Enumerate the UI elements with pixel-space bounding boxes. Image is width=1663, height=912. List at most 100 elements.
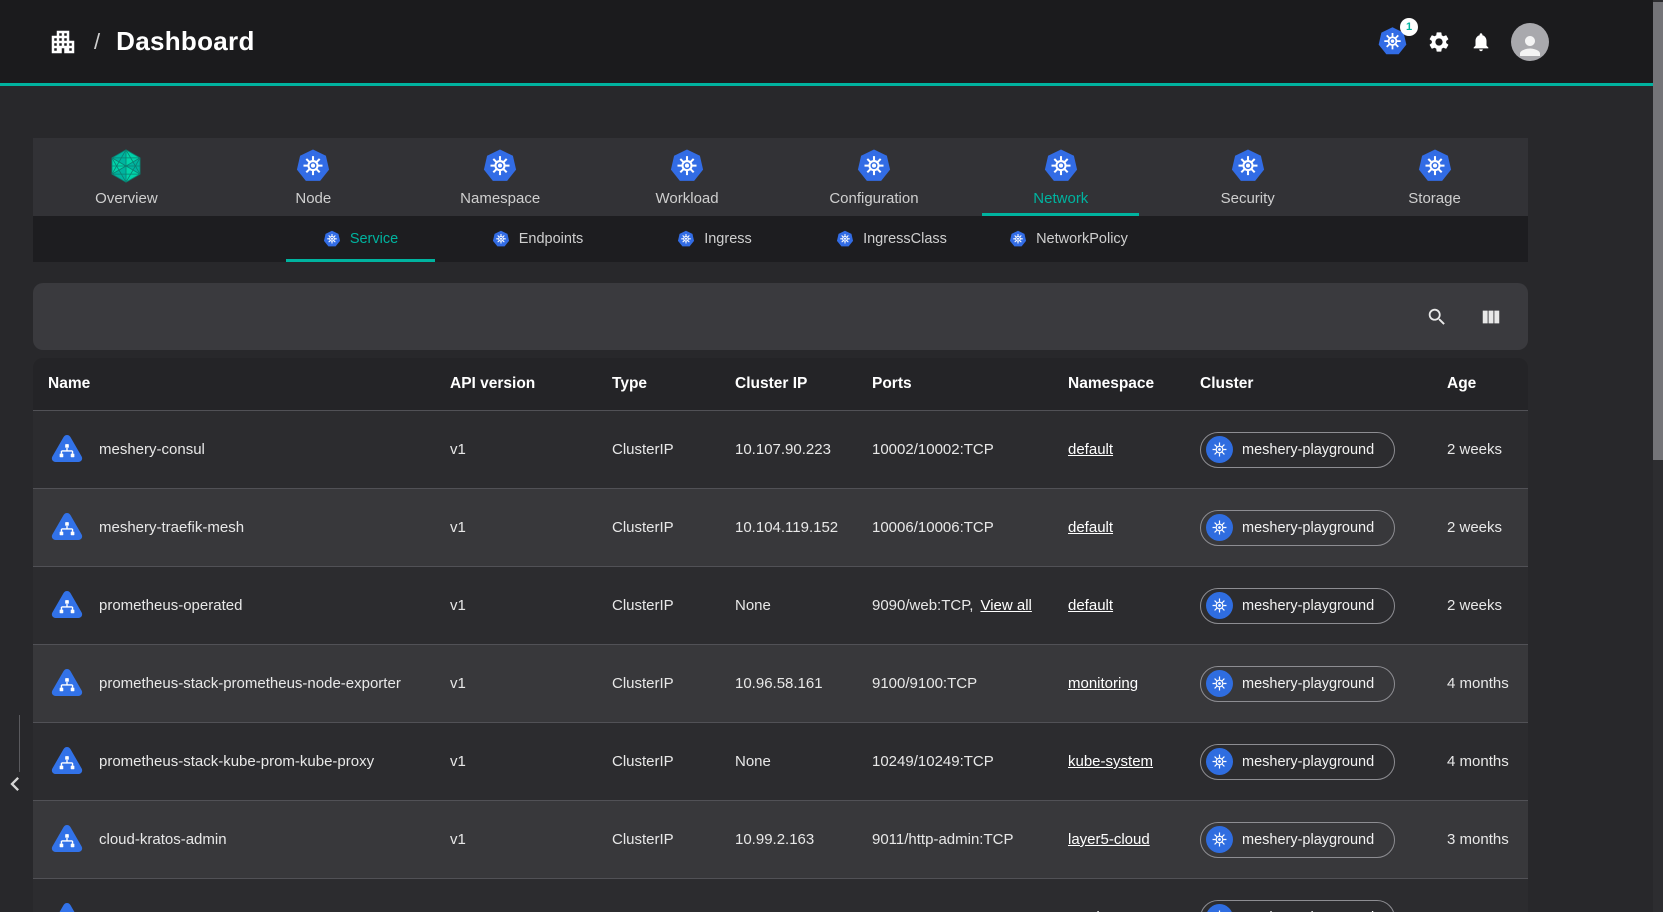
main-tab-overview[interactable]: Overview xyxy=(33,138,220,216)
main-tab-label: Workload xyxy=(656,190,719,207)
column-header-api-version[interactable]: API version xyxy=(450,375,612,393)
sub-tab-service[interactable]: Service xyxy=(272,216,449,262)
service-name-cell: meshery-consul xyxy=(48,431,450,469)
table-row[interactable]: prometheus-stack-prometheus-node-exporte… xyxy=(33,644,1528,722)
cluster-chip[interactable]: meshery-playground xyxy=(1200,822,1395,858)
column-header-type[interactable]: Type xyxy=(612,375,735,393)
column-header-age[interactable]: Age xyxy=(1447,375,1513,393)
cluster-ip-cell: 10.104.119.152 xyxy=(735,519,872,536)
namespace-link[interactable]: default xyxy=(1068,519,1113,536)
type-cell: ClusterIP xyxy=(612,675,735,692)
context-count-badge: 1 xyxy=(1400,18,1418,36)
kubernetes-icon xyxy=(856,148,892,184)
table-body: meshery-consul v1 ClusterIP 10.107.90.22… xyxy=(33,410,1528,912)
main-tab-workload[interactable]: Workload xyxy=(594,138,781,216)
cluster-cell: meshery-playground xyxy=(1200,900,1447,912)
cluster-chip[interactable]: meshery-playground xyxy=(1200,900,1395,912)
namespace-link[interactable]: default xyxy=(1068,597,1113,614)
table-row[interactable]: meshery-traefik-mesh v1 ClusterIP 10.104… xyxy=(33,488,1528,566)
column-header-ports[interactable]: Ports xyxy=(872,375,1068,393)
view-columns-icon[interactable] xyxy=(1480,306,1502,328)
kubernetes-icon xyxy=(1009,230,1027,248)
ports-value: 10002/10002:TCP xyxy=(872,441,994,458)
main-tab-label: Storage xyxy=(1408,190,1461,207)
main-tab-label: Node xyxy=(295,190,331,207)
column-header-namespace[interactable]: Namespace xyxy=(1068,375,1200,393)
table-row[interactable]: meshery-consul v1 ClusterIP 10.107.90.22… xyxy=(33,410,1528,488)
table-row[interactable]: cloud-kratos-admin v1 ClusterIP 10.99.2.… xyxy=(33,800,1528,878)
kubernetes-icon xyxy=(1230,148,1266,184)
namespace-link[interactable]: layer5-cloud xyxy=(1068,831,1150,848)
cluster-chip[interactable]: meshery-playground xyxy=(1200,744,1395,780)
cluster-chip[interactable]: meshery-playground xyxy=(1200,432,1395,468)
user-avatar[interactable] xyxy=(1511,23,1549,61)
table-row[interactable]: meshery- meshery-playground xyxy=(33,878,1528,912)
age-cell: 4 months xyxy=(1447,675,1513,692)
column-header-cluster-ip[interactable]: Cluster IP xyxy=(735,375,872,393)
namespace-link[interactable]: default xyxy=(1068,441,1113,458)
main-tab-namespace[interactable]: Namespace xyxy=(407,138,594,216)
main-tab-network[interactable]: Network xyxy=(967,138,1154,216)
sub-tab-ingress[interactable]: Ingress xyxy=(626,216,803,262)
notifications-bell-icon[interactable] xyxy=(1470,31,1492,53)
search-icon[interactable] xyxy=(1426,306,1448,328)
type-cell: ClusterIP xyxy=(612,753,735,770)
ports-cell: 10002/10002:TCP xyxy=(872,441,1068,458)
sub-tab-ingressclass[interactable]: IngressClass xyxy=(803,216,980,262)
column-header-name[interactable]: Name xyxy=(48,375,450,393)
namespace-link[interactable]: monitoring xyxy=(1068,675,1138,692)
service-icon xyxy=(48,665,86,703)
services-table: Name API version Type Cluster IP Ports N… xyxy=(33,358,1528,912)
cluster-chip[interactable]: meshery-playground xyxy=(1200,666,1395,702)
cluster-ip-cell: 10.107.90.223 xyxy=(735,441,872,458)
kubernetes-context-button[interactable]: 1 xyxy=(1377,26,1408,57)
service-icon xyxy=(48,431,86,469)
service-icon xyxy=(48,587,86,625)
service-name-cell: prometheus-stack-kube-prom-kube-proxy xyxy=(48,743,450,781)
main-tab-configuration[interactable]: Configuration xyxy=(781,138,968,216)
main-tab-storage[interactable]: Storage xyxy=(1341,138,1528,216)
api-version-cell: v1 xyxy=(450,519,612,536)
kubernetes-icon xyxy=(295,148,331,184)
cluster-chip[interactable]: meshery-playground xyxy=(1200,588,1395,624)
service-name: prometheus-stack-kube-prom-kube-proxy xyxy=(99,753,374,770)
ports-cell: 9090/web:TCP, View all xyxy=(872,597,1068,614)
kubernetes-icon xyxy=(1206,592,1233,619)
namespace-cell: default xyxy=(1068,597,1200,614)
age-cell: 2 weeks xyxy=(1447,441,1513,458)
kubernetes-icon xyxy=(1206,436,1233,463)
main-tab-label: Network xyxy=(1033,190,1088,207)
kubernetes-icon xyxy=(1206,670,1233,697)
sub-tabs: Service Endpoints Ingress IngressClass N… xyxy=(33,216,1528,262)
cluster-cell: meshery-playground xyxy=(1200,510,1447,546)
view-all-link[interactable]: View all xyxy=(980,597,1031,614)
type-cell: ClusterIP xyxy=(612,519,735,536)
table-row[interactable]: prometheus-operated v1 ClusterIP None 90… xyxy=(33,566,1528,644)
service-name: meshery-consul xyxy=(99,441,205,458)
kubernetes-icon xyxy=(1206,514,1233,541)
sub-tab-networkpolicy[interactable]: NetworkPolicy xyxy=(980,216,1157,262)
cluster-cell: meshery-playground xyxy=(1200,588,1447,624)
cluster-chip[interactable]: meshery-playground xyxy=(1200,510,1395,546)
sub-tab-endpoints[interactable]: Endpoints xyxy=(449,216,626,262)
kubernetes-icon xyxy=(836,230,854,248)
main-tab-security[interactable]: Security xyxy=(1154,138,1341,216)
scrollbar-thumb[interactable] xyxy=(1653,2,1663,460)
cluster-chip-label: meshery-playground xyxy=(1242,676,1374,692)
organization-logo-icon[interactable] xyxy=(48,27,78,57)
collapse-panel-chevron-left-icon[interactable] xyxy=(1,770,29,798)
main-tab-node[interactable]: Node xyxy=(220,138,407,216)
settings-gear-icon[interactable] xyxy=(1427,30,1451,54)
age-cell: 2 weeks xyxy=(1447,519,1513,536)
column-header-cluster[interactable]: Cluster xyxy=(1200,375,1447,393)
namespace-link[interactable]: kube-system xyxy=(1068,753,1153,770)
cluster-chip-label: meshery-playground xyxy=(1242,520,1374,536)
cluster-cell: meshery-playground xyxy=(1200,744,1447,780)
kubernetes-icon xyxy=(1206,748,1233,775)
namespace-cell: monitoring xyxy=(1068,675,1200,692)
cluster-ip-cell: 10.99.2.163 xyxy=(735,831,872,848)
meshery-logo-icon xyxy=(108,148,144,184)
ports-cell: 9011/http-admin:TCP xyxy=(872,831,1068,848)
table-row[interactable]: prometheus-stack-kube-prom-kube-proxy v1… xyxy=(33,722,1528,800)
age-cell: 2 weeks xyxy=(1447,597,1513,614)
